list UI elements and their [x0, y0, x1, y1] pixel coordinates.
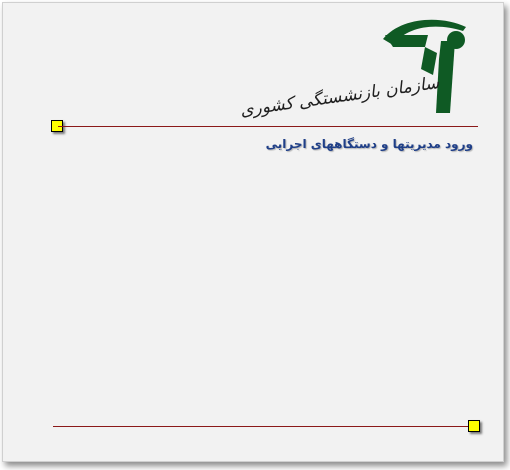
- bottom-marker: [468, 420, 480, 432]
- page-title: ورود مدیریتها و دستگاههای اجرایی: [265, 137, 473, 151]
- logo-arm: [385, 35, 428, 47]
- logo-joint: [421, 47, 437, 75]
- top-divider: [58, 126, 478, 127]
- bottom-divider: [53, 426, 473, 427]
- login-panel: سازمان بازنشستگی کشوری ورود مدیریتها و د…: [2, 2, 504, 462]
- logo-stem: [436, 41, 455, 113]
